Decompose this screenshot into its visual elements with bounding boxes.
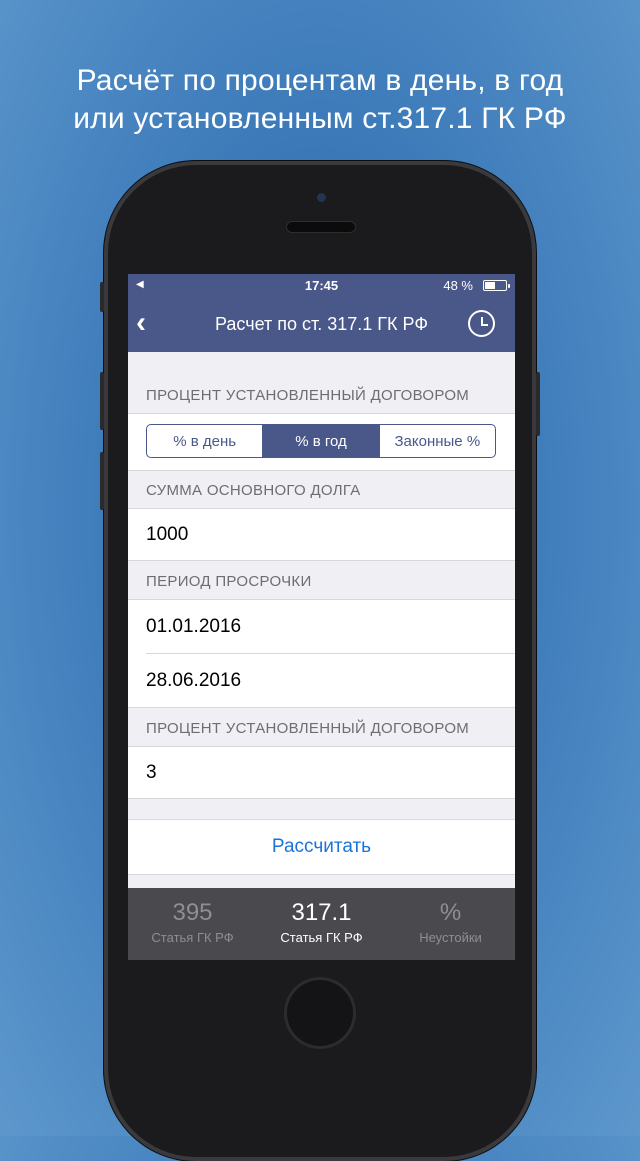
promo-headline: Расчёт по процентам в день, в год или ус…: [0, 62, 640, 138]
section-header-rate-value: ПРОЦЕНТ УСТАНОВЛЕННЫЙ ДОГОВОРОМ: [128, 708, 515, 747]
segment-percent-per-year[interactable]: % в год: [263, 425, 380, 457]
debt-amount-field[interactable]: 1000: [128, 509, 515, 561]
phone-side-button: [100, 282, 104, 312]
segment-percent-per-day[interactable]: % в день: [147, 425, 264, 457]
tab-label-number: 395: [172, 899, 213, 926]
front-camera: [317, 193, 326, 202]
home-button[interactable]: [287, 980, 353, 1046]
end-date-field[interactable]: 28.06.2016: [128, 654, 515, 708]
tab-label-caption: Неустойки: [419, 930, 482, 945]
clock-hand-minute: [481, 324, 488, 326]
rate-type-segmented-control: % в день % в год Законные %: [146, 424, 496, 458]
phone-volume-up: [100, 372, 104, 430]
tab-article-317-1[interactable]: 317.1 Статья ГК РФ: [257, 888, 386, 960]
clock-icon[interactable]: [468, 310, 495, 337]
tab-label-caption: Статья ГК РФ: [151, 930, 234, 945]
rate-value-field[interactable]: 3: [128, 747, 515, 799]
page-title: Расчет по ст. 317.1 ГК РФ: [214, 314, 429, 334]
phone-volume-down: [100, 452, 104, 510]
tab-article-395[interactable]: 395 Статья ГК РФ: [128, 888, 257, 960]
app-screen: ◀ 17:45 48 % ‹ Расчет по ст. 317.1 ГК РФ…: [128, 274, 515, 960]
tab-penalties[interactable]: % Неустойки: [386, 888, 515, 960]
section-header-debt: СУММА ОСНОВНОГО ДОЛГА: [128, 471, 515, 509]
tab-bar: 395 Статья ГК РФ 317.1 Статья ГК РФ % Не…: [128, 888, 515, 960]
battery-level-fill: [485, 282, 495, 289]
navigation-bar: ‹ Расчет по ст. 317.1 ГК РФ: [128, 298, 515, 352]
section-header-rate-type: ПРОЦЕНТ УСТАНОВЛЕННЫЙ ДОГОВОРОМ: [128, 352, 515, 414]
battery-icon: [483, 280, 510, 291]
section-header-period: ПЕРИОД ПРОСРОЧКИ: [128, 561, 515, 600]
headline-line-2: или установленным ст.317.1 ГК РФ: [73, 102, 567, 135]
battery-percentage: 48 %: [443, 278, 473, 293]
tab-label-number: %: [439, 899, 462, 926]
tab-label-caption: Статья ГК РФ: [280, 930, 363, 945]
earpiece-speaker: [287, 222, 355, 232]
tab-label-number: 317.1: [291, 899, 352, 926]
calculate-button[interactable]: Рассчитать: [128, 819, 515, 875]
status-bar: ◀ 17:45 48 %: [128, 274, 515, 298]
segment-legal-percent[interactable]: Законные %: [380, 425, 495, 457]
rate-type-cell: % в день % в год Законные %: [128, 414, 515, 471]
start-date-field[interactable]: 01.01.2016: [128, 600, 515, 654]
headline-line-1: Расчёт по процентам в день, в год: [76, 64, 564, 97]
phone-power-button: [536, 372, 540, 436]
